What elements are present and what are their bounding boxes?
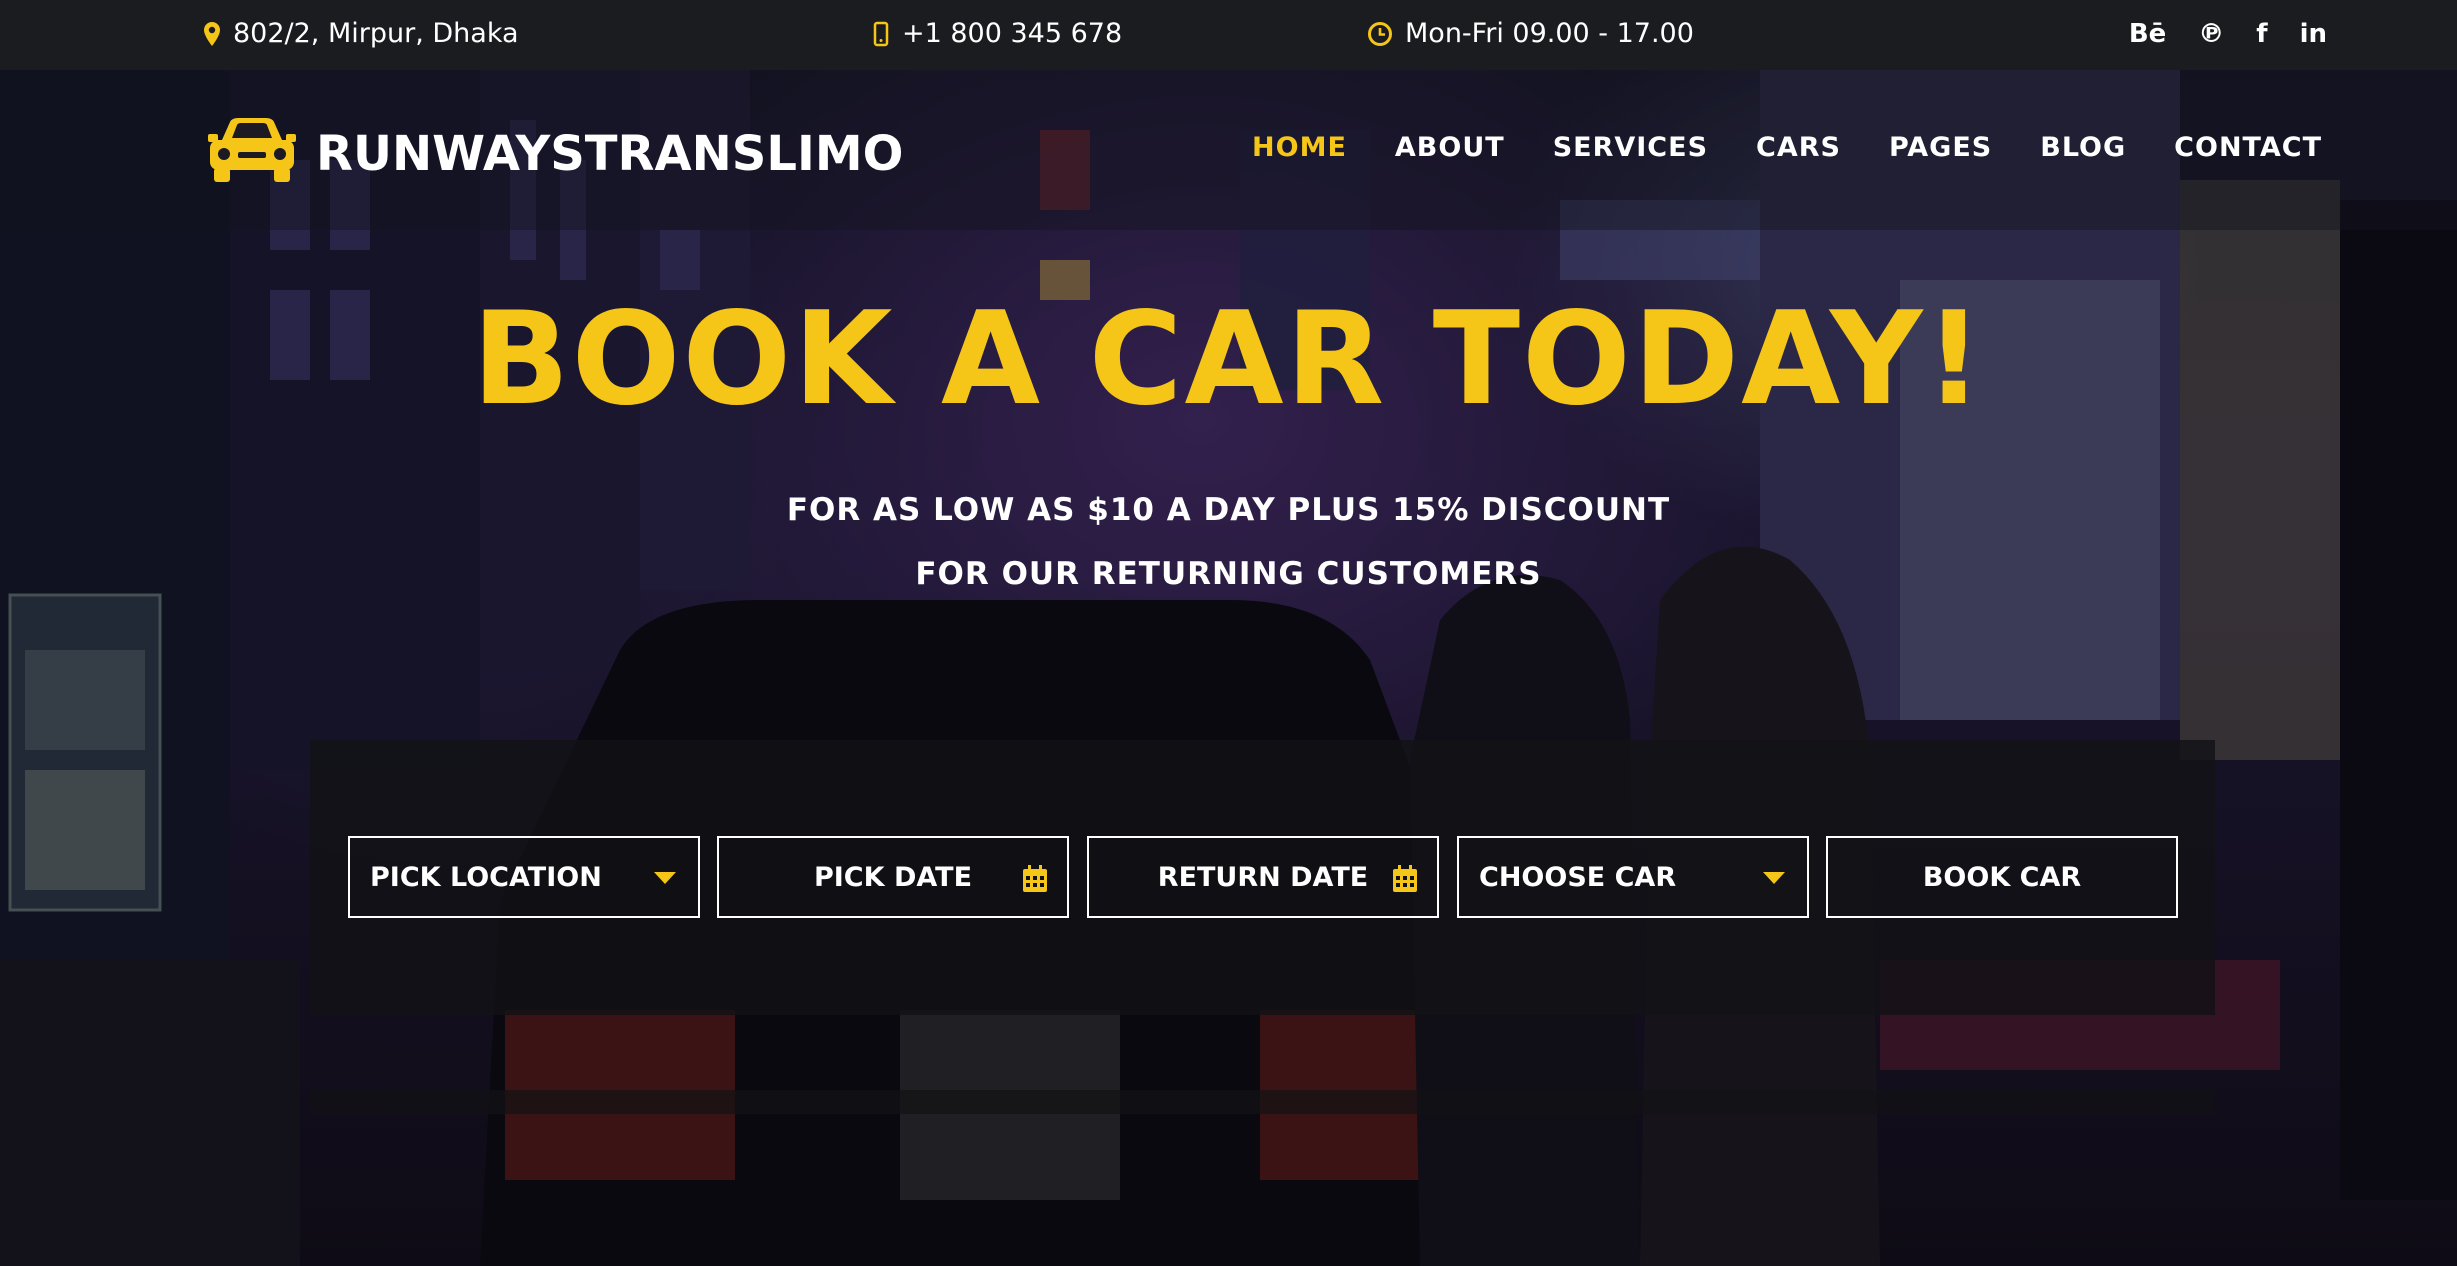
behance-icon[interactable]: Bē: [2129, 16, 2166, 52]
map-marker-icon: [204, 21, 220, 46]
nav-services[interactable]: SERVICES: [1553, 132, 1708, 163]
brand-logo[interactable]: RUNWAYSTRANSLIMO: [204, 112, 903, 188]
top-info-bar: 802/2, Mirpur, Dhaka +1 800 345 678 Mon-…: [0, 0, 2457, 70]
car-icon: [208, 118, 296, 182]
clock-icon: [1368, 21, 1392, 46]
phone-text[interactable]: +1 800 345 678: [902, 18, 1122, 49]
hours-text: Mon-Fri 09.00 - 17.00: [1405, 18, 1694, 49]
pick-date-input[interactable]: PICK DATE: [717, 836, 1069, 918]
book-car-button[interactable]: BOOK CAR: [1826, 836, 2178, 918]
nav-pages[interactable]: PAGES: [1889, 132, 1992, 163]
address-info: 802/2, Mirpur, Dhaka: [203, 18, 519, 49]
facebook-icon[interactable]: f: [2256, 16, 2267, 52]
return-date-label: RETURN DATE: [1157, 861, 1369, 893]
primary-menu: HOME ABOUT SERVICES CARS PAGES BLOG CONT…: [1252, 132, 2322, 163]
hours-info: Mon-Fri 09.00 - 17.00: [1367, 18, 1694, 49]
nav-home[interactable]: HOME: [1252, 132, 1347, 163]
nav-cars[interactable]: CARS: [1756, 132, 1841, 163]
pick-date-label: PICK DATE: [813, 861, 973, 893]
choose-car-label: CHOOSE CAR: [1479, 861, 1677, 893]
pick-location-label: PICK LOCATION: [370, 861, 602, 893]
hero-subtitle-line2: FOR OUR RETURNING CUSTOMERS: [915, 556, 1542, 592]
calendar-icon: [1393, 865, 1417, 892]
pick-location-select[interactable]: PICK LOCATION: [348, 836, 700, 918]
caret-down-icon: [1763, 872, 1785, 884]
mobile-phone-icon: [873, 21, 889, 46]
book-car-label: BOOK CAR: [1922, 861, 2082, 893]
phone-info: +1 800 345 678: [872, 18, 1122, 49]
booking-panel-bottom-strip: [310, 1090, 2215, 1114]
linkedin-icon[interactable]: in: [2300, 16, 2327, 52]
pinterest-icon[interactable]: ℗: [2198, 16, 2224, 52]
main-navbar: RUNWAYSTRANSLIMO HOME ABOUT SERVICES CAR…: [0, 70, 2457, 230]
calendar-icon: [1023, 865, 1047, 892]
hero-title: BOOK A CAR TODAY!: [472, 285, 1985, 434]
choose-car-select[interactable]: CHOOSE CAR: [1457, 836, 1809, 918]
caret-down-icon: [654, 872, 676, 884]
return-date-input[interactable]: RETURN DATE: [1087, 836, 1439, 918]
nav-contact[interactable]: CONTACT: [2174, 132, 2322, 163]
social-links: Bē ℗ f in: [2129, 16, 2327, 52]
hero-subtitle-line1: FOR AS LOW AS $10 A DAY PLUS 15% DISCOUN…: [786, 492, 1671, 528]
brand-name: RUNWAYSTRANSLIMO: [316, 126, 904, 182]
address-text: 802/2, Mirpur, Dhaka: [233, 18, 519, 49]
nav-blog[interactable]: BLOG: [2040, 132, 2126, 163]
nav-about[interactable]: ABOUT: [1395, 132, 1505, 163]
